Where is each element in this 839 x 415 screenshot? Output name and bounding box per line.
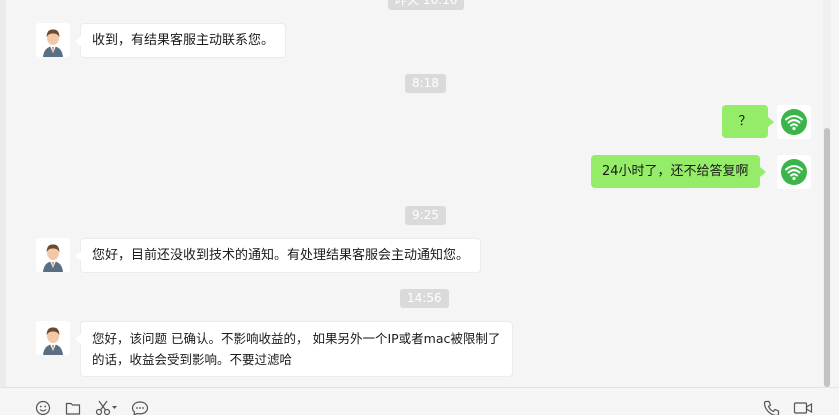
input-toolbar bbox=[0, 387, 839, 415]
time-separator: 14:56 bbox=[400, 289, 449, 308]
chat-message-area: 昨天 16:16 收到，有结果客服主动联系您。 8:18 ？ 24小时了，还不给… bbox=[0, 0, 831, 387]
chat-history-icon[interactable] bbox=[130, 400, 150, 415]
scrollbar-thumb[interactable] bbox=[824, 128, 830, 387]
video-call-icon[interactable] bbox=[792, 400, 814, 415]
message-bubble-outgoing[interactable]: ？ bbox=[722, 105, 774, 138]
time-separator: 8:18 bbox=[405, 74, 446, 93]
phone-icon[interactable] bbox=[762, 400, 782, 415]
scrollbar[interactable] bbox=[823, 0, 831, 387]
wifi-avatar-icon[interactable] bbox=[777, 105, 811, 139]
agent-avatar-icon[interactable] bbox=[36, 321, 70, 355]
message-bubble-incoming[interactable]: 您好，目前还没收到技术的通知。有处理结果客服会主动通知您。 bbox=[74, 238, 482, 273]
scissors-icon[interactable] bbox=[94, 400, 120, 415]
emoji-icon[interactable] bbox=[34, 400, 52, 415]
wifi-avatar-icon[interactable] bbox=[777, 155, 811, 189]
folder-icon[interactable] bbox=[64, 400, 82, 415]
agent-avatar-icon[interactable] bbox=[36, 23, 70, 57]
message-bubble-outgoing[interactable]: 24小时了，还不给答复啊 bbox=[591, 155, 766, 188]
agent-avatar-icon[interactable] bbox=[36, 238, 70, 272]
time-separator: 昨天 16:16 bbox=[388, 0, 465, 10]
message-bubble-incoming[interactable]: 您好，该问题 已确认。不影响收益的， 如果另外一个IP或者mac被限制了的话，收… bbox=[75, 321, 513, 377]
message-bubble-incoming[interactable]: 收到，有结果客服主动联系您。 bbox=[74, 23, 287, 58]
time-separator: 9:25 bbox=[405, 206, 446, 225]
panel-divider bbox=[0, 0, 6, 387]
